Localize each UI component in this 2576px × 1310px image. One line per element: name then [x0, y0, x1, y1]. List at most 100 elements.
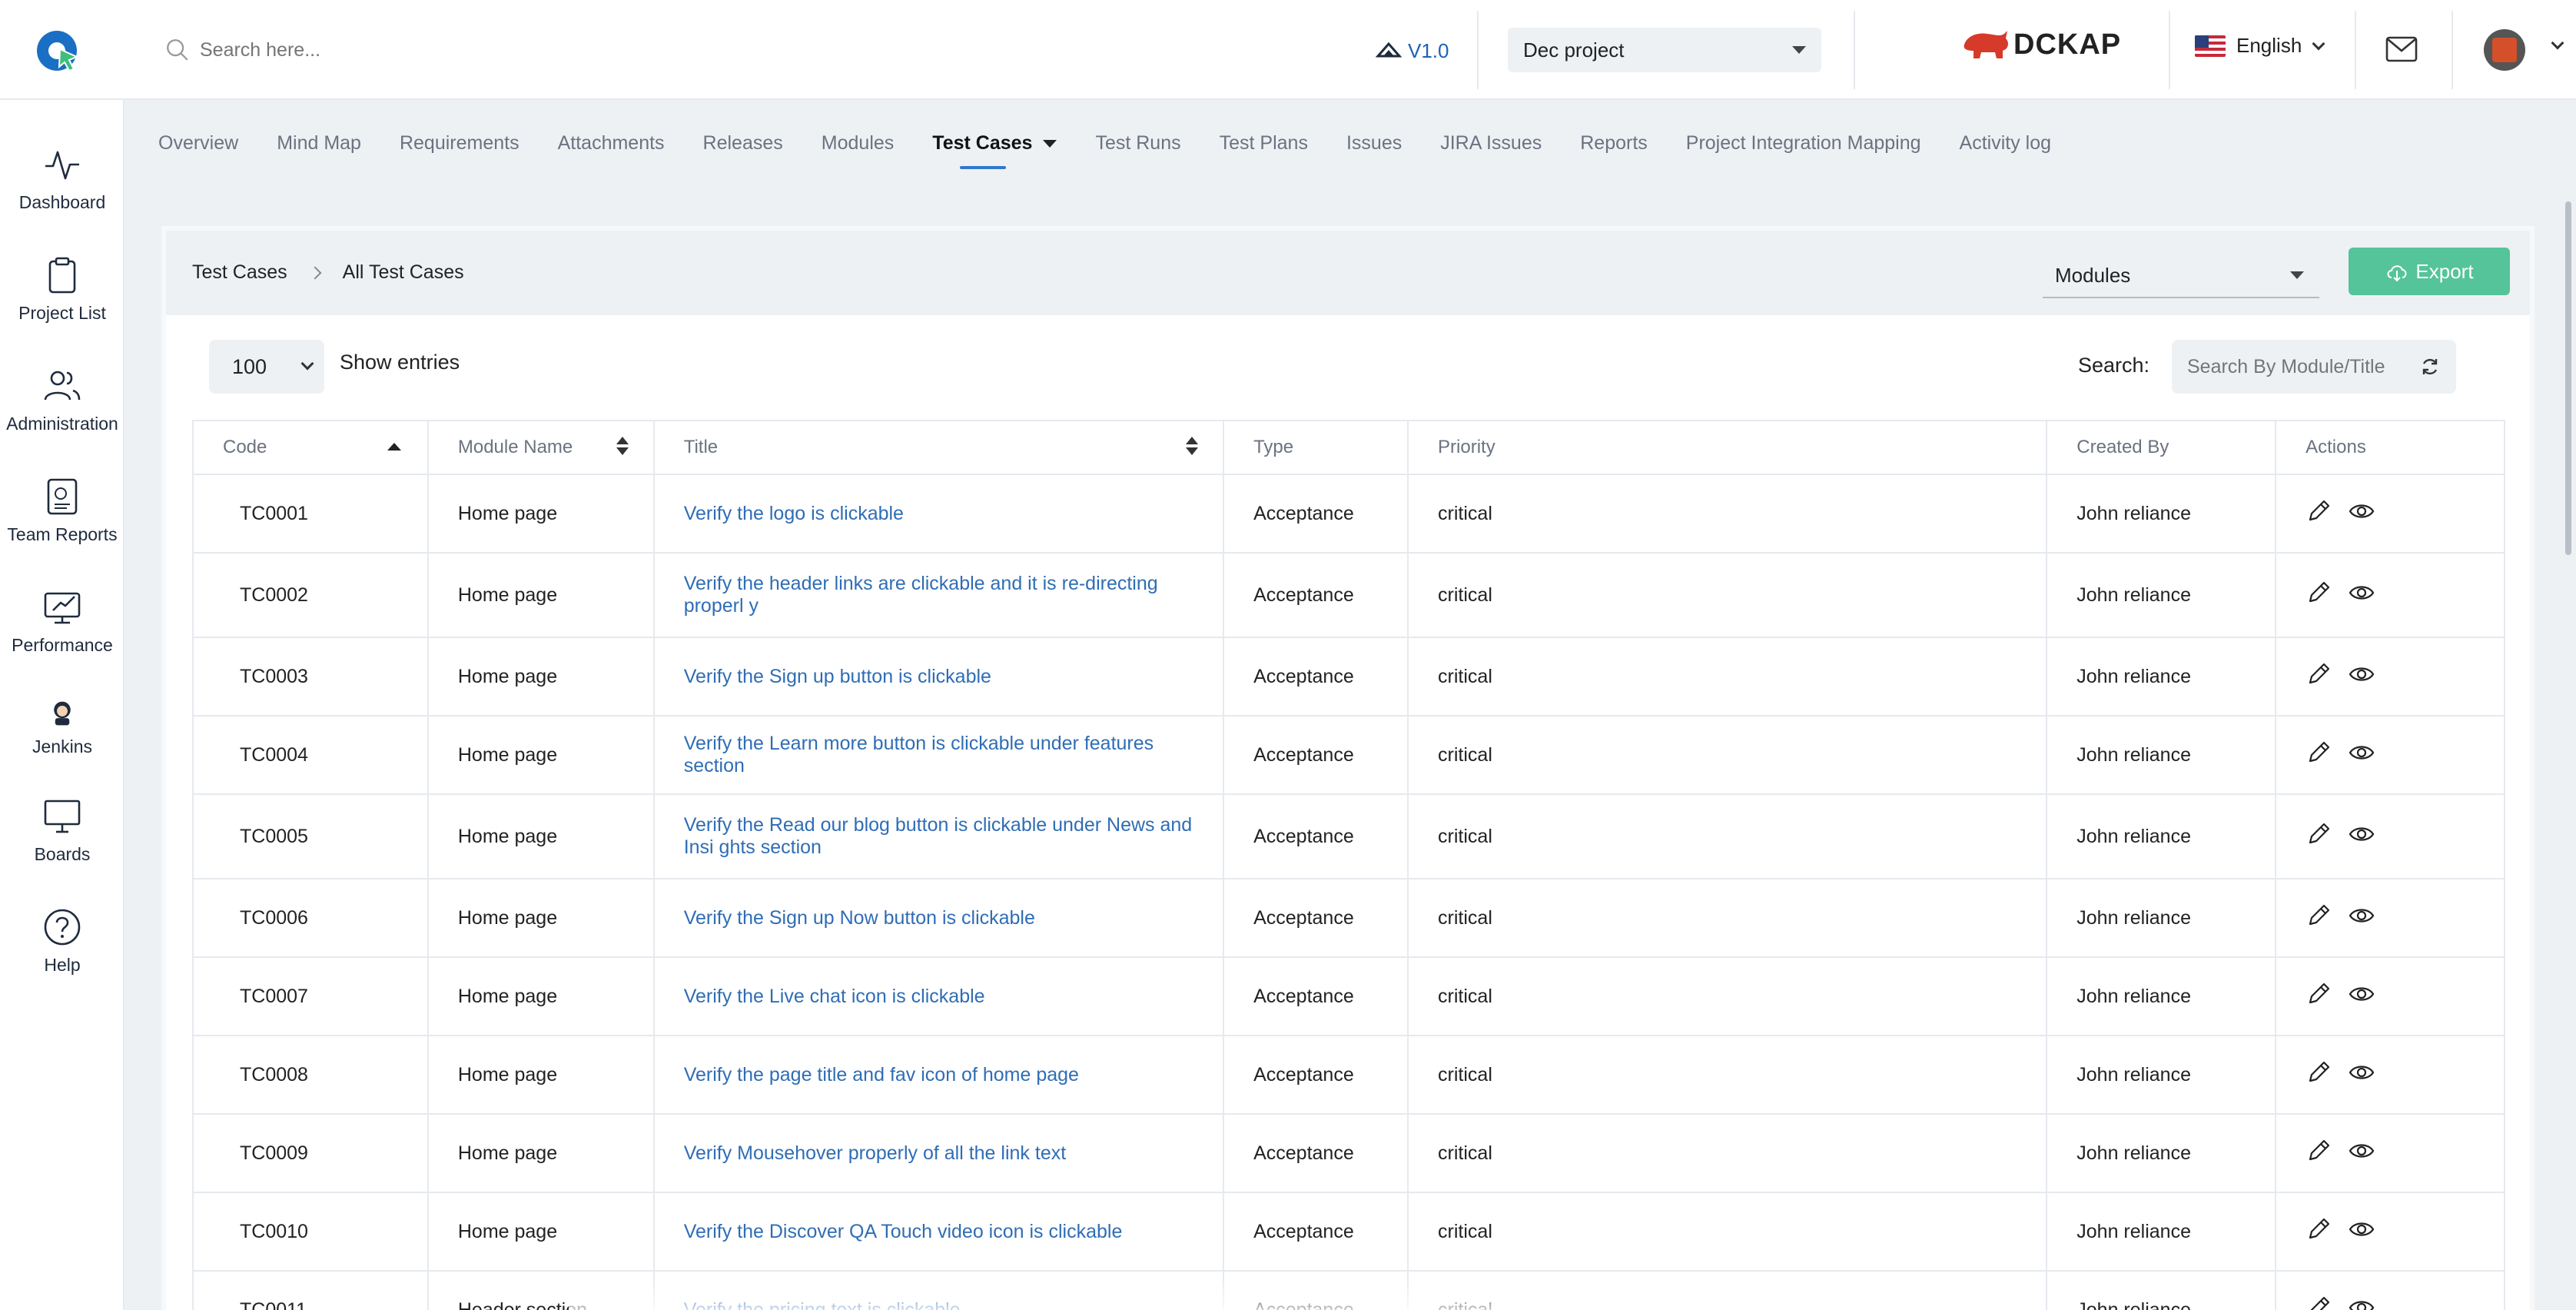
column-header-module-name[interactable]: Module Name [427, 420, 655, 475]
global-search[interactable] [164, 31, 779, 69]
sidebar-item-team-reports[interactable]: Team Reports [0, 477, 124, 545]
column-header-title[interactable]: Title [652, 420, 1225, 475]
caret-down-icon [1043, 139, 1057, 148]
cell-title-link[interactable]: Verify Mousehover properly of all the li… [652, 1114, 1225, 1193]
cell-title-link[interactable]: Verify the Learn more button is clickabl… [652, 716, 1225, 795]
refresh-icon[interactable] [2419, 356, 2441, 377]
chevron-down-icon[interactable] [2551, 36, 2564, 50]
view-icon[interactable] [2349, 580, 2375, 606]
tab-activity-log[interactable]: Activity log [1960, 132, 2051, 155]
view-icon[interactable] [2349, 740, 2375, 766]
view-icon[interactable] [2349, 1295, 2375, 1310]
breadcrumb: Test Cases All Test Cases [192, 261, 464, 284]
sidebar-item-project-list[interactable]: Project List [0, 255, 124, 324]
column-header-created-by: Created By [2046, 420, 2277, 475]
edit-icon[interactable] [2305, 1295, 2332, 1310]
tab-project-integration-mapping[interactable]: Project Integration Mapping [1686, 132, 1921, 155]
cell-created-by: John reliance [2046, 1114, 2277, 1193]
sidebar: Dashboard Project List Administration Te… [0, 100, 124, 1310]
sidebar-item-dashboard[interactable]: Dashboard [0, 145, 124, 213]
cell-code: TC0003 [192, 637, 429, 717]
edit-icon[interactable] [2305, 981, 2332, 1007]
tab-reports[interactable]: Reports [1580, 132, 1648, 155]
view-icon[interactable] [2349, 1059, 2375, 1086]
tab-test-plans[interactable]: Test Plans [1220, 132, 1308, 155]
cloud-download-icon [2387, 265, 2407, 282]
tab-jira-issues[interactable]: JIRA Issues [1440, 132, 1542, 155]
tab-attachments[interactable]: Attachments [558, 132, 665, 155]
view-icon[interactable] [2349, 1138, 2375, 1164]
scrollbar[interactable] [2565, 201, 2571, 555]
tab-modules[interactable]: Modules [822, 132, 895, 155]
sidebar-item-help[interactable]: Help [0, 907, 124, 976]
sidebar-item-jenkins[interactable]: Jenkins [0, 698, 124, 757]
chevron-down-icon [300, 357, 314, 371]
table-row: TC0006 Home page Verify the Sign up Now bu… [192, 879, 2505, 958]
breadcrumb-root[interactable]: Test Cases [192, 261, 287, 284]
cell-title-link[interactable]: Verify the Discover QA Touch video icon … [652, 1192, 1225, 1272]
cell-actions [2275, 879, 2505, 958]
cell-created-by: John reliance [2046, 474, 2277, 554]
cell-module: Home page [427, 794, 655, 879]
column-header-code[interactable]: Code [192, 420, 429, 475]
edit-icon[interactable] [2305, 903, 2332, 929]
row-actions [2305, 498, 2375, 524]
cell-title-link[interactable]: Verify the Read our blog button is click… [652, 794, 1225, 879]
edit-icon[interactable] [2305, 1059, 2332, 1086]
tab-mind-map[interactable]: Mind Map [277, 132, 361, 155]
app-logo[interactable] [34, 26, 83, 75]
cell-title-link[interactable]: Verify the header links are clickable an… [652, 553, 1225, 638]
cell-created-by: John reliance [2046, 637, 2277, 717]
sidebar-item-label: Jenkins [32, 736, 92, 756]
project-select[interactable]: Dec project [1508, 28, 1821, 72]
table-search[interactable] [2172, 340, 2456, 394]
export-button[interactable]: Export [2349, 248, 2510, 295]
language-select[interactable]: English [2195, 34, 2325, 58]
cell-title-link[interactable]: Verify the Live chat icon is clickable [652, 957, 1225, 1036]
edit-icon[interactable] [2305, 498, 2332, 524]
cell-actions [2275, 716, 2505, 795]
chevron-down-icon [2312, 37, 2325, 50]
table-search-input[interactable] [2187, 355, 2410, 378]
mail-icon[interactable] [2385, 35, 2418, 63]
view-icon[interactable] [2349, 661, 2375, 687]
global-search-input[interactable] [200, 38, 738, 62]
cell-type: Acceptance [1223, 794, 1409, 879]
tab-issues[interactable]: Issues [1346, 132, 1402, 155]
view-icon[interactable] [2349, 821, 2375, 847]
tab-releases[interactable]: Releases [703, 132, 783, 155]
avatar[interactable] [2484, 29, 2525, 71]
edit-icon[interactable] [2305, 661, 2332, 687]
tab-requirements[interactable]: Requirements [400, 132, 520, 155]
edit-icon[interactable] [2305, 1138, 2332, 1164]
edit-icon[interactable] [2305, 580, 2332, 606]
entries-select[interactable]: 100 [209, 340, 324, 394]
tab-test-runs[interactable]: Test Runs [1095, 132, 1180, 155]
view-icon[interactable] [2349, 1216, 2375, 1242]
bottom-fade [569, 1276, 1998, 1310]
view-icon[interactable] [2349, 981, 2375, 1007]
sidebar-item-boards[interactable]: Boards [0, 796, 124, 865]
edit-icon[interactable] [2305, 821, 2332, 847]
version-icon [1376, 42, 1402, 58]
view-icon[interactable] [2349, 903, 2375, 929]
edit-icon[interactable] [2305, 740, 2332, 766]
cell-actions [2275, 553, 2505, 638]
row-actions [2305, 1138, 2375, 1164]
cell-module: Home page [427, 879, 655, 958]
cell-module: Home page [427, 716, 655, 795]
cell-title-link[interactable]: Verify the Sign up Now button is clickab… [652, 879, 1225, 958]
test-cases-table: Code Module Name Title Type Priority Cre… [192, 420, 2505, 1310]
cell-title-link[interactable]: Verify the page title and fav icon of ho… [652, 1036, 1225, 1115]
view-icon[interactable] [2349, 498, 2375, 524]
sidebar-item-administration[interactable]: Administration [0, 366, 124, 434]
tab-overview[interactable]: Overview [158, 132, 238, 155]
tab-test-cases[interactable]: Test Cases [932, 132, 1057, 169]
modules-select[interactable]: Modules [2043, 254, 2319, 298]
cell-title-link[interactable]: Verify the logo is clickable [652, 474, 1225, 554]
cell-title-link[interactable]: Verify the Sign up button is clickable [652, 637, 1225, 717]
search-label: Search: [2078, 354, 2150, 377]
sidebar-item-performance[interactable]: Performance [0, 587, 124, 656]
edit-icon[interactable] [2305, 1216, 2332, 1242]
help-icon [44, 909, 81, 946]
